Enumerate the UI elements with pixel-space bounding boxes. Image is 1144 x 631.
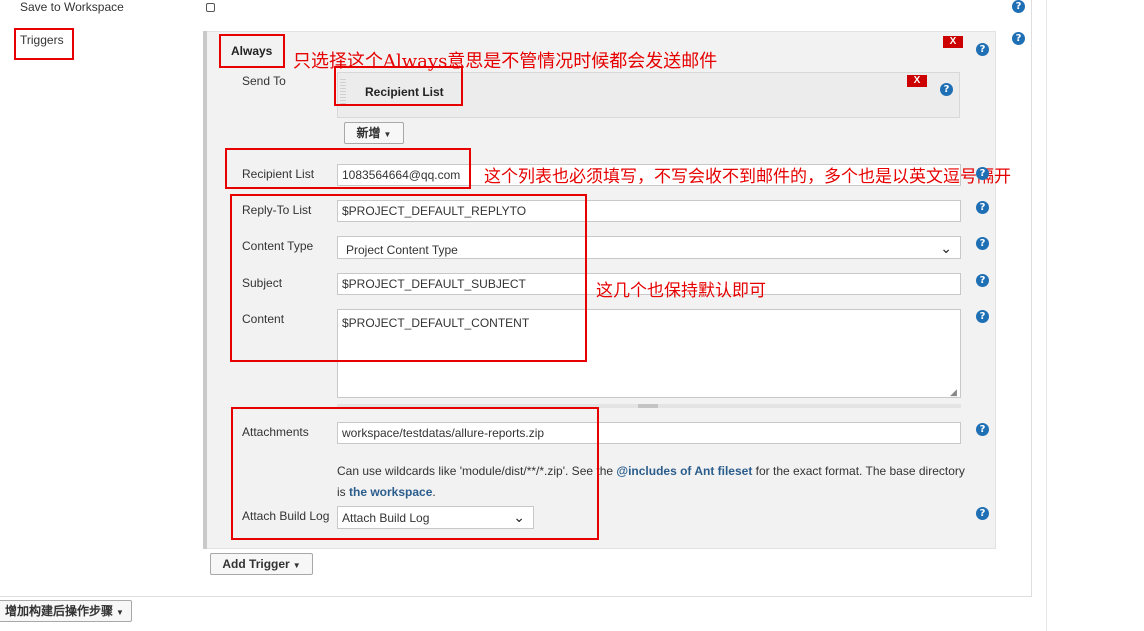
help-icon[interactable]: ? (976, 201, 989, 214)
save-to-workspace-checkbox[interactable] (206, 3, 215, 12)
page-right-border (1046, 0, 1047, 631)
annotation-box-defaults (230, 194, 587, 362)
annotation-box-attachments (231, 407, 599, 540)
help-icon[interactable]: ? (940, 83, 953, 96)
help-icon[interactable]: ? (976, 274, 989, 287)
hint-text: for the exact format. The base directory (752, 464, 965, 478)
annotation-box-recipient-item (334, 66, 463, 106)
add-recipient-button[interactable]: 新增 ▼ (344, 122, 404, 144)
annotation-box-recipient-list (225, 148, 471, 189)
remove-recipient-button[interactable]: X (907, 75, 927, 87)
caret-down-icon: ▼ (383, 130, 392, 139)
add-trigger-button[interactable]: Add Trigger ▼ (210, 553, 313, 575)
help-icon[interactable]: ? (976, 423, 989, 436)
help-icon[interactable]: ? (976, 507, 989, 520)
caret-down-icon: ▼ (292, 561, 301, 570)
send-to-label: Send To (242, 74, 286, 88)
help-icon[interactable]: ? (976, 310, 989, 323)
annotation-defaults: 这几个也保持默认即可 (596, 281, 766, 301)
textarea-drag-grip[interactable] (638, 404, 658, 408)
help-icon[interactable]: ? (976, 167, 989, 180)
chevron-down-icon: ⌄ (940, 240, 952, 256)
save-to-workspace-label: Save to Workspace (20, 0, 124, 14)
annotation-recipient: 这个列表也必须填写，不写会收不到邮件的，多个也是以英文逗号隔开 (484, 167, 1011, 187)
section-right-border (1031, 0, 1032, 597)
help-icon[interactable]: ? (976, 237, 989, 250)
annotation-box-triggers (14, 28, 74, 60)
add-recipient-label: 新增 (356, 126, 381, 140)
annotation-box-always (219, 34, 285, 68)
remove-trigger-button[interactable]: X (943, 36, 963, 48)
resize-handle-icon[interactable]: ◢ (950, 387, 957, 398)
caret-down-icon: ▼ (116, 608, 124, 617)
add-trigger-label: Add Trigger (222, 557, 290, 571)
add-post-build-step-label: 增加构建后操作步骤 (5, 604, 114, 618)
trigger-container-handle[interactable] (203, 31, 207, 549)
help-icon[interactable]: ? (1012, 32, 1025, 45)
help-icon[interactable]: ? (1012, 0, 1025, 13)
add-post-build-step-button[interactable]: 增加构建后操作步骤 ▼ (0, 600, 132, 622)
help-icon[interactable]: ? (976, 43, 989, 56)
ant-fileset-link[interactable]: @includes of Ant fileset (616, 464, 752, 478)
section-bottom-border (0, 596, 1032, 597)
